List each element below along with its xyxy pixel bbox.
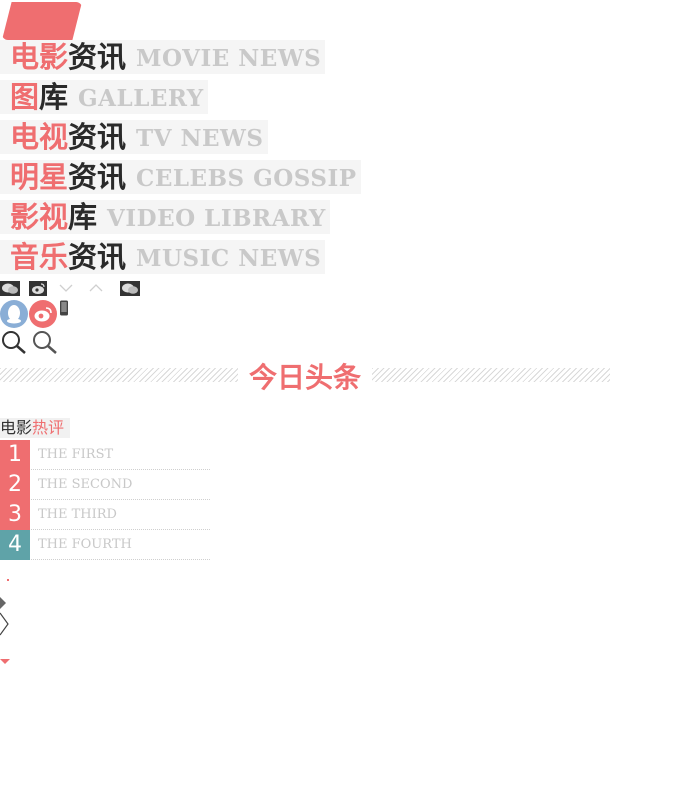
nav-label-cn-accent: 音乐 (10, 240, 69, 274)
nav-item-movie-news[interactable]: 电影资讯 MOVIE NEWS (0, 40, 326, 74)
list-item[interactable]: 4 THE FOURTH (0, 529, 210, 560)
chevron-up-icon[interactable] (86, 280, 106, 296)
nav-label-cn-main: 资讯 (68, 240, 127, 274)
nav-label-cn: 图库 (0, 80, 68, 114)
nav-label-en: GALLERY (78, 85, 204, 112)
nav-label-cn-main: 库 (68, 200, 98, 234)
nav-label-cn-main: 资讯 (68, 40, 127, 74)
list-item-title: THE THIRD (38, 507, 117, 522)
list-item[interactable]: 2 THE SECOND (0, 469, 210, 500)
nav-label-cn-accent: 明星 (10, 160, 69, 194)
wechat-icon[interactable] (120, 280, 140, 296)
share-icons-large (0, 300, 69, 328)
nav-label-cn: 电视资讯 (0, 120, 126, 154)
caret-down-icon (0, 650, 10, 669)
qq-icon[interactable] (0, 300, 28, 328)
nav-label-cn-accent: 影视 (10, 200, 69, 234)
diamond-icon (0, 594, 8, 613)
nav-label-en: VIDEO LIBRARY (107, 205, 326, 232)
nav-label-cn-main: 资讯 (68, 120, 127, 154)
hot-reviews-list: 1 THE FIRST 2 THE SECOND 3 THE THIRD 4 T… (0, 439, 210, 560)
nav-item-music-news[interactable]: 音乐资讯 MUSIC NEWS (0, 240, 326, 274)
nav-label-cn-accent: 图 (10, 80, 40, 114)
divider-stripe (372, 368, 610, 382)
nav-label-cn-accent: 电视 (10, 120, 69, 154)
search-icon[interactable] (0, 330, 28, 354)
nav-item-gallery[interactable]: 图库 GALLERY (0, 80, 208, 114)
nav-label-en: MUSIC NEWS (136, 245, 322, 272)
nav-label-cn: 音乐资讯 (0, 240, 126, 274)
share-icons-small (0, 280, 140, 296)
chevron-down-icon[interactable] (56, 280, 76, 296)
nav-item-video-library[interactable]: 影视库 VIDEO LIBRARY (0, 200, 330, 234)
nav-label-en: MOVIE NEWS (136, 45, 322, 72)
hot-reviews-title-main: 电影 (0, 418, 33, 437)
nav-item-tv-news[interactable]: 电视资讯 TV NEWS (0, 120, 268, 154)
hot-reviews-title: 电影热评 (0, 418, 71, 438)
wechat-icon[interactable] (0, 280, 20, 296)
nav-label-cn: 影视库 (0, 200, 97, 234)
nav-label-en: TV NEWS (136, 125, 264, 152)
weibo-icon[interactable] (29, 300, 57, 328)
nav-label-cn-main: 资讯 (68, 160, 127, 194)
hot-reviews-title-accent: 热评 (32, 418, 65, 437)
mobile-icon[interactable] (59, 300, 69, 316)
list-item-title: THE FIRST (38, 447, 114, 462)
rank-number: 3 (0, 499, 30, 530)
rank-number: 4 (0, 529, 30, 560)
nav-label-cn: 电影资讯 (0, 40, 126, 74)
list-item[interactable]: 1 THE FIRST (0, 439, 210, 470)
search-icon[interactable] (31, 330, 59, 354)
chevron-right-icon[interactable] (0, 612, 10, 640)
rank-number: 2 (0, 469, 30, 500)
headline-banner: 今日头条 (0, 360, 610, 394)
search-icons (0, 330, 59, 354)
nav-label-en: CELEBS GOSSIP (136, 165, 357, 192)
nav-label-cn: 明星资讯 (0, 160, 126, 194)
divider-stripe (0, 368, 238, 382)
rank-number: 1 (0, 439, 30, 470)
nav-item-celebs-gossip[interactable]: 明星资讯 CELEBS GOSSIP (0, 160, 361, 194)
headline-title: 今日头条 (248, 361, 361, 394)
weibo-icon[interactable] (28, 280, 48, 296)
dot-icon (7, 579, 9, 581)
nav-label-cn-accent: 电影 (10, 40, 69, 74)
logo[interactable] (2, 2, 82, 40)
nav-label-cn-main: 库 (39, 80, 69, 114)
list-item[interactable]: 3 THE THIRD (0, 499, 210, 530)
list-item-title: THE SECOND (38, 477, 133, 492)
list-item-title: THE FOURTH (38, 537, 132, 552)
